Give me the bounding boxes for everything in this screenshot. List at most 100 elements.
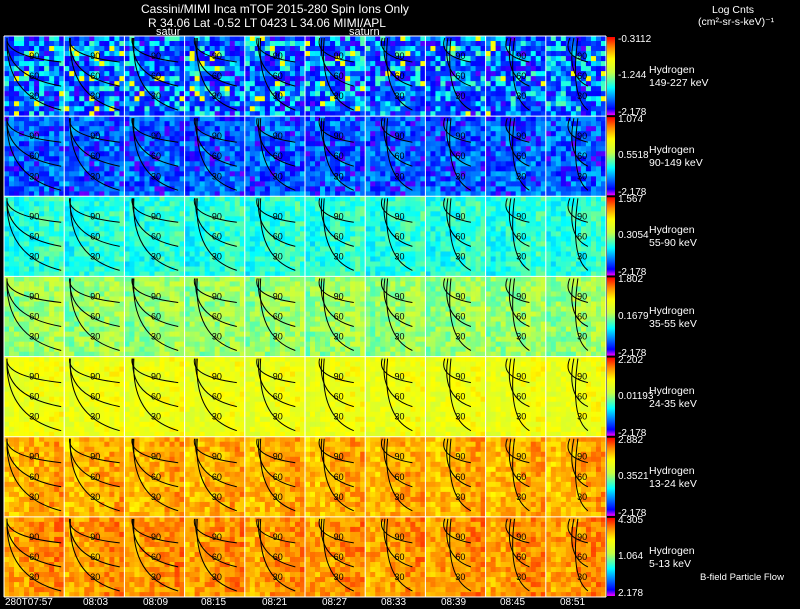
- image-pixel: [224, 166, 231, 172]
- image-pixel: [340, 186, 346, 192]
- image-pixel: [570, 91, 577, 97]
- image-pixel: [124, 86, 130, 92]
- image-pixel: [430, 56, 436, 62]
- image-pixel: [174, 226, 180, 232]
- image-pixel: [19, 206, 25, 212]
- image-pixel: [194, 186, 201, 192]
- image-pixel: [570, 86, 577, 92]
- image-pixel: [289, 256, 296, 262]
- image-pixel: [274, 116, 281, 122]
- image-pixel: [550, 76, 557, 82]
- image-pixel: [375, 36, 381, 42]
- image-pixel: [89, 186, 95, 192]
- image-pixel: [590, 186, 597, 192]
- image-pixel: [565, 146, 572, 152]
- image-pixel: [545, 181, 552, 187]
- image-pixel: [345, 141, 351, 147]
- image-pixel: [29, 101, 35, 107]
- image-pixel: [84, 121, 90, 127]
- image-pixel: [64, 41, 70, 47]
- image-pixel: [435, 181, 441, 187]
- image-pixel: [44, 186, 50, 192]
- image-pixel: [64, 211, 70, 217]
- image-pixel: [254, 221, 261, 227]
- image-pixel: [490, 46, 497, 52]
- image-pixel: [294, 101, 301, 107]
- image-pixel: [450, 41, 456, 47]
- image-pixel: [320, 236, 326, 242]
- image-pixel: [79, 216, 85, 222]
- image-pixel: [560, 186, 567, 192]
- image-pixel: [535, 131, 542, 137]
- image-pixel: [79, 36, 85, 42]
- image-pixel: [14, 41, 20, 47]
- image-pixel: [495, 161, 502, 167]
- image-pixel: [585, 36, 592, 42]
- image-pixel: [114, 91, 120, 97]
- image-pixel: [134, 196, 140, 202]
- image-pixel: [229, 131, 236, 137]
- image-pixel: [194, 261, 201, 267]
- image-pixel: [254, 151, 261, 157]
- image-pixel: [294, 221, 301, 227]
- image-pixel: [54, 236, 60, 242]
- image-pixel: [455, 106, 461, 112]
- image-pixel: [545, 151, 552, 157]
- image-pixel: [194, 101, 201, 107]
- image-pixel: [315, 106, 321, 112]
- image-pixel: [209, 41, 216, 47]
- image-pixel: [224, 246, 231, 252]
- image-pixel: [109, 166, 115, 172]
- image-pixel: [24, 36, 30, 42]
- image-pixel: [294, 141, 301, 147]
- image-pixel: [194, 256, 201, 262]
- image-pixel: [365, 86, 371, 92]
- image-pixel: [545, 41, 552, 47]
- image-pixel: [114, 96, 120, 102]
- image-pixel: [510, 106, 517, 112]
- image-pixel: [189, 256, 196, 262]
- image-pixel: [345, 66, 351, 72]
- image-pixel: [570, 96, 577, 102]
- image-pixel: [229, 181, 236, 187]
- image-pixel: [249, 251, 256, 257]
- image-pixel: [104, 146, 110, 152]
- image-pixel: [425, 56, 431, 62]
- image-pixel: [345, 211, 351, 217]
- image-pixel: [365, 151, 371, 157]
- image-pixel: [555, 141, 562, 147]
- image-pixel: [114, 231, 120, 237]
- image-pixel: [445, 171, 451, 177]
- image-pixel: [310, 91, 316, 97]
- image-pixel: [550, 166, 557, 172]
- image-pixel: [590, 41, 597, 47]
- image-pixel: [294, 81, 301, 87]
- image-pixel: [325, 41, 331, 47]
- image-pixel: [54, 211, 60, 217]
- image-pixel: [9, 201, 15, 207]
- image-pixel: [595, 156, 602, 162]
- image-pixel: [14, 71, 20, 77]
- image-pixel: [244, 86, 251, 92]
- image-pixel: [315, 96, 321, 102]
- image-pixel: [355, 86, 361, 92]
- image-pixel: [405, 86, 411, 92]
- image-pixel: [234, 206, 241, 212]
- image-pixel: [244, 126, 251, 132]
- image-pixel: [144, 256, 150, 262]
- image-pixel: [525, 156, 532, 162]
- image-pixel: [254, 266, 261, 272]
- image-pixel: [365, 146, 371, 152]
- image-pixel: [84, 176, 90, 182]
- image-pixel: [249, 156, 256, 162]
- image-pixel: [204, 121, 211, 127]
- image-pixel: [550, 171, 557, 177]
- image-pixel: [565, 166, 572, 172]
- image-pixel: [590, 86, 597, 92]
- image-pixel: [289, 196, 296, 202]
- image-pixel: [305, 61, 311, 67]
- image-pixel: [259, 176, 266, 182]
- image-pixel: [460, 41, 466, 47]
- image-pixel: [149, 106, 155, 112]
- image-pixel: [570, 106, 577, 112]
